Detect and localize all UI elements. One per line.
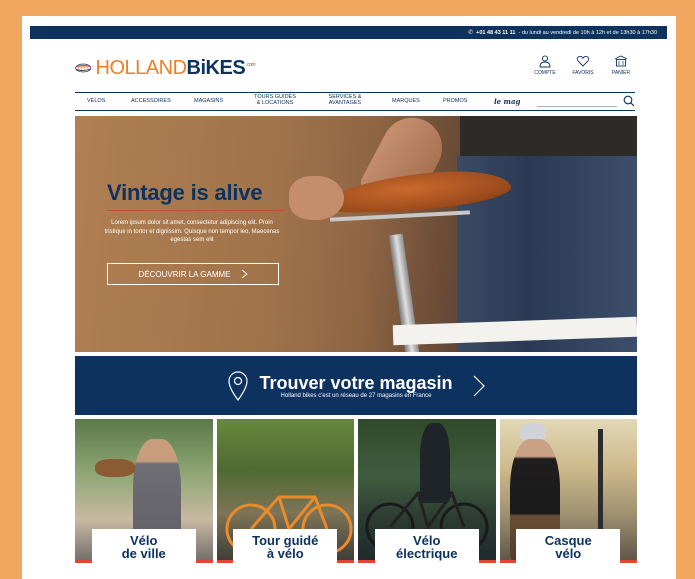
discover-range-label: DÉCOUVRIR LA GAMME xyxy=(138,269,231,279)
hero-image-hand xyxy=(289,176,344,220)
nav-item-magasins[interactable]: MAGASINS xyxy=(194,98,223,105)
tile-image-bag xyxy=(95,459,135,477)
location-pin-icon xyxy=(228,370,249,401)
hero-title: Vintage is alive xyxy=(107,180,263,205)
chevron-right-icon xyxy=(473,375,485,396)
store-finder-text: Trouver votre magasin Holland bikes c'es… xyxy=(259,373,452,399)
header-actions: COMPTE FAVORIS PANIER xyxy=(531,54,635,76)
account-link[interactable]: COMPTE xyxy=(531,54,559,76)
tile-electric-bike[interactable]: Vélo électrique xyxy=(358,419,496,563)
tile-image-rider xyxy=(420,423,450,503)
hero-divider xyxy=(107,210,283,211)
tile-label: Casque vélo xyxy=(516,529,621,563)
site-header: HOLLANDBiKES.com COMPTE FAVORIS PANIER xyxy=(75,46,635,90)
main-nav: VÉLOS ACCESSOIRES MAGASINS TOURS GUIDÉS … xyxy=(75,92,635,111)
cart-label: PANIER xyxy=(611,70,631,76)
page-frame: ✆ +01 48 43 11 11 - du lundi au vendredi… xyxy=(22,16,676,579)
search-input[interactable] xyxy=(537,95,617,107)
store-finder-banner[interactable]: Trouver votre magasin Holland bikes c'es… xyxy=(75,356,637,415)
category-tiles: Vélo de ville Tour guidé à vélo Vélo éle… xyxy=(75,419,637,563)
account-label: COMPTE xyxy=(534,70,556,76)
nav-item-services[interactable]: SERVICES & AVANTAGES xyxy=(321,94,369,106)
opening-hours: - du lundi au vendredi de 10h à 12h et d… xyxy=(518,29,657,36)
nav-item-promos[interactable]: PROMOS xyxy=(443,98,467,105)
heart-icon xyxy=(576,55,590,67)
nav-item-tours[interactable]: TOURS GUIDÉS & LOCATIONS xyxy=(247,94,303,106)
nav-item-velos[interactable]: VÉLOS xyxy=(87,98,105,105)
user-icon xyxy=(539,55,551,68)
tile-city-bike[interactable]: Vélo de ville xyxy=(75,419,213,563)
discover-range-button[interactable]: DÉCOUVRIR LA GAMME xyxy=(107,263,279,285)
top-info-bar: ✆ +01 48 43 11 11 - du lundi au vendredi… xyxy=(30,26,667,39)
favorites-label: FAVORIS xyxy=(572,70,594,76)
store-finder-subtitle: Holland bikes c'est un réseau de 27 maga… xyxy=(280,392,432,399)
hero-banner: Vintage is alive Lorem ipsum dolor sit a… xyxy=(75,116,637,352)
nav-item-accessoires[interactable]: ACCESSOIRES xyxy=(131,98,171,105)
store-finder-title: Trouver votre magasin xyxy=(259,372,453,393)
cart-icon xyxy=(614,55,628,67)
favorites-link[interactable]: FAVORIS xyxy=(569,54,597,76)
phone-icon: ✆ xyxy=(468,30,474,36)
hero-description: Lorem ipsum dolor sit amet, consectetur … xyxy=(104,220,280,243)
tile-bike-helmet[interactable]: Casque vélo xyxy=(499,419,637,563)
site-logo[interactable]: HOLLANDBiKES.com xyxy=(75,52,255,84)
tile-guided-tour[interactable]: Tour guidé à vélo xyxy=(216,419,354,563)
search-icon[interactable] xyxy=(623,95,635,107)
tile-label: Tour guidé à vélo xyxy=(233,529,338,563)
nav-item-le-mag[interactable]: le mag xyxy=(494,98,520,104)
tile-label: Vélo électrique xyxy=(374,529,479,563)
phone-number[interactable]: +01 48 43 11 11 xyxy=(476,30,515,36)
chevron-right-icon xyxy=(241,269,248,279)
cart-link[interactable]: PANIER xyxy=(607,54,635,76)
logo-wordmark: HOLLANDBiKES.com xyxy=(95,56,256,79)
bike-logo-icon xyxy=(75,63,92,73)
nav-item-marques[interactable]: MARQUES xyxy=(392,98,420,105)
search-bar xyxy=(537,95,635,107)
tile-label: Vélo de ville xyxy=(91,529,196,563)
